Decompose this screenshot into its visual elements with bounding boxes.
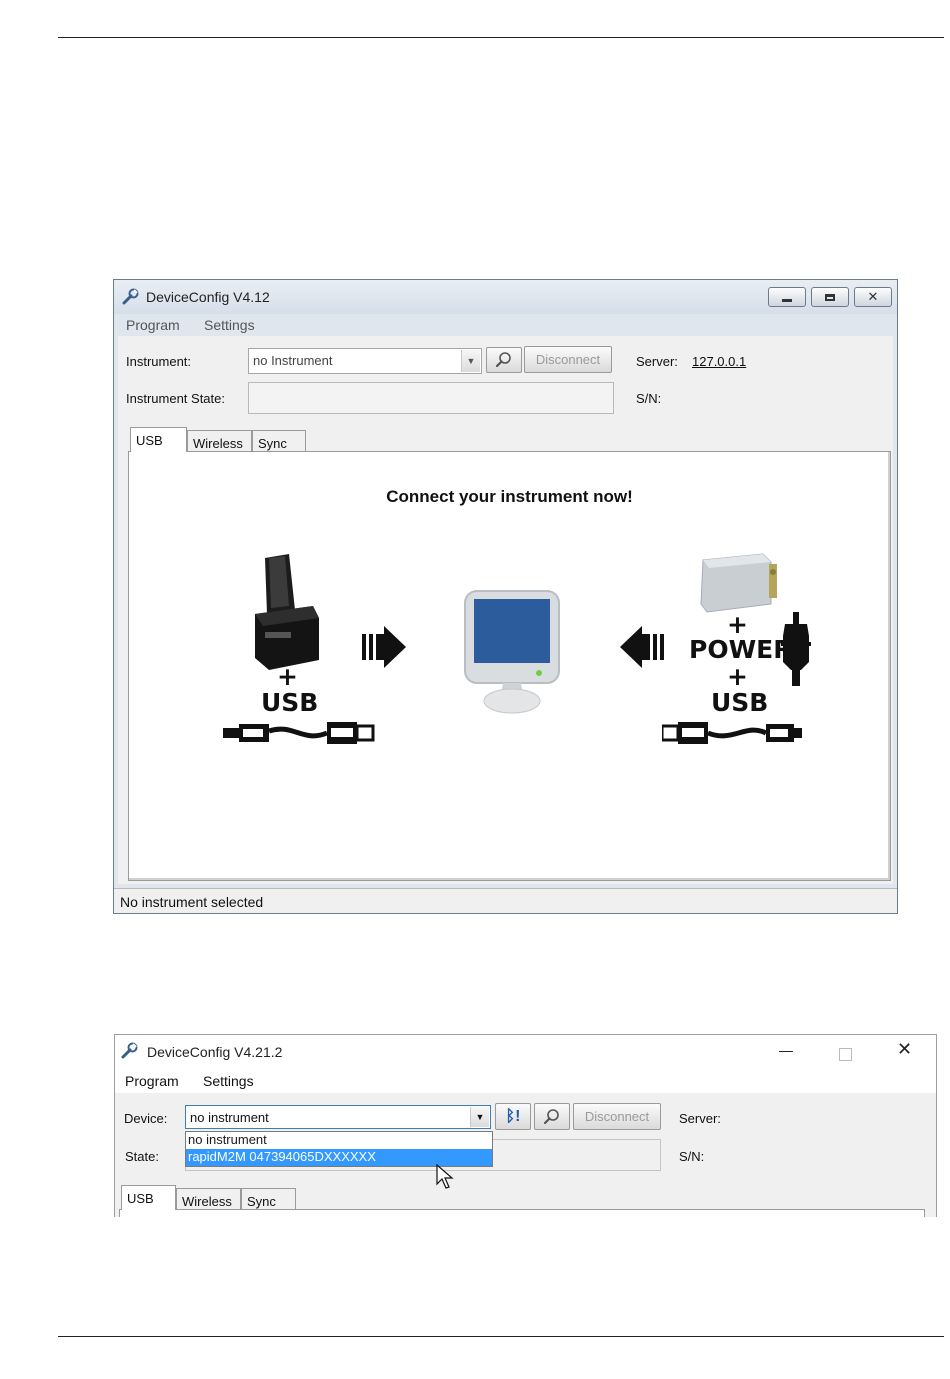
server-label: Server: (679, 1111, 721, 1126)
arrow-left-icon (620, 626, 664, 668)
menu-program[interactable]: Program (126, 317, 180, 333)
instrument-state-field (248, 382, 614, 414)
left-usb-label: USB (261, 688, 319, 717)
instrument-select[interactable]: no Instrument ▼ (248, 348, 482, 374)
device-label: Device: (124, 1111, 168, 1126)
tab-usb[interactable]: USB (121, 1185, 176, 1210)
close-icon: ✕ (897, 1039, 913, 1059)
tab-wireless-label: Wireless (182, 1194, 232, 1209)
window-title: DeviceConfig V4.21.2 (147, 1044, 283, 1060)
usb-tab-panel: Connect your instrument now! + USB + POW… (128, 451, 891, 881)
deviceconfig-window-v4212: DeviceConfig V4.21.2 ✕ Program Settings … (114, 1034, 937, 1217)
main-panel: Instrument: no Instrument ▼ Disconnect S… (118, 336, 893, 884)
magnifier-icon (495, 352, 511, 368)
tab-wireless[interactable]: Wireless (176, 1188, 241, 1210)
device-select-value: no instrument (190, 1110, 269, 1125)
state-label: State: (125, 1149, 159, 1164)
instrument-select-value: no Instrument (253, 353, 333, 368)
disconnect-button[interactable]: Disconnect (573, 1103, 661, 1130)
usb-cradle-device-icon (255, 554, 319, 670)
connect-headline: Connect your instrument now! (386, 487, 633, 506)
tab-sync[interactable]: Sync (252, 430, 306, 452)
close-icon: ✕ (867, 289, 879, 304)
title-bar[interactable]: DeviceConfig V4.12 ✕ (114, 280, 897, 314)
left-plus-sign: + (277, 662, 298, 691)
arrow-right-icon (362, 626, 406, 668)
wrench-icon (122, 288, 139, 305)
tab-wireless[interactable]: Wireless (187, 430, 252, 452)
wrench-icon (121, 1042, 138, 1059)
menu-program[interactable]: Program (125, 1073, 179, 1089)
sn-label: S/N: (636, 391, 662, 406)
search-button[interactable] (534, 1103, 570, 1130)
minimize-button[interactable] (779, 1040, 793, 1061)
minimize-icon (782, 298, 792, 302)
tab-sync-label: Sync (258, 436, 287, 451)
disconnect-button-label: Disconnect (584, 1109, 650, 1124)
close-button[interactable]: ✕ (897, 1039, 912, 1060)
modem-device-icon (700, 553, 777, 613)
status-text: No instrument selected (120, 894, 264, 910)
chevron-down-icon[interactable]: ▼ (461, 350, 480, 372)
instrument-state-label: Instrument State: (126, 391, 225, 406)
restore-icon (825, 293, 835, 301)
tab-usb-label: USB (136, 433, 163, 448)
tab-sync-label: Sync (247, 1194, 276, 1209)
status-bar: No instrument selected (114, 888, 897, 913)
top-rule (58, 37, 944, 38)
main-panel: Device: no instrument ▼ ᛒ! Disconnect Se… (115, 1093, 936, 1217)
disconnect-button[interactable]: Disconnect (524, 346, 612, 373)
instrument-label: Instrument: (126, 354, 192, 369)
minimize-button[interactable] (768, 287, 806, 307)
tab-panel-edge (119, 1209, 925, 1217)
server-label: Server: (636, 354, 678, 369)
tab-wireless-label: Wireless (193, 436, 243, 451)
device-dropdown-list[interactable]: no instrument rapidM2M 047394065DXXXXXX (185, 1131, 493, 1167)
tab-usb-label: USB (127, 1191, 154, 1206)
usb-cable-icon (223, 722, 375, 744)
minimize-icon (779, 1050, 793, 1052)
menu-settings[interactable]: Settings (203, 1073, 254, 1089)
right-usb-label: USB (711, 688, 769, 717)
tab-sync[interactable]: Sync (241, 1188, 296, 1210)
mouse-cursor-icon (436, 1164, 454, 1189)
maximize-button[interactable] (839, 1045, 852, 1066)
sn-label: S/N: (679, 1149, 705, 1164)
power-label: POWER (689, 635, 793, 664)
menu-bar: Program Settings (114, 314, 897, 336)
computer-monitor-icon (464, 590, 560, 714)
bottom-rule (58, 1336, 944, 1337)
maximize-icon (839, 1048, 852, 1061)
maximize-button[interactable] (811, 287, 849, 307)
close-button[interactable]: ✕ (854, 287, 892, 307)
server-address-link[interactable]: 127.0.0.1 (692, 354, 746, 369)
magnifier-icon (543, 1108, 559, 1124)
right-plus-sign-2: + (727, 662, 748, 691)
device-select[interactable]: no instrument ▼ (185, 1105, 491, 1129)
tab-usb[interactable]: USB (130, 427, 187, 452)
bluetooth-icon: ᛒ! (505, 1107, 521, 1125)
search-button[interactable] (486, 347, 522, 373)
usb-cable-icon (662, 722, 802, 744)
deviceconfig-window-v412: DeviceConfig V4.12 ✕ Program Settings In… (113, 279, 898, 914)
window-title: DeviceConfig V4.12 (146, 289, 270, 305)
dropdown-option-no-instrument[interactable]: no instrument (186, 1132, 492, 1149)
disconnect-button-label: Disconnect (535, 352, 601, 367)
chevron-down-icon[interactable]: ▼ (470, 1107, 489, 1127)
bluetooth-search-button[interactable]: ᛒ! (495, 1103, 531, 1130)
menu-settings[interactable]: Settings (204, 317, 255, 333)
power-plug-icon (781, 612, 811, 686)
